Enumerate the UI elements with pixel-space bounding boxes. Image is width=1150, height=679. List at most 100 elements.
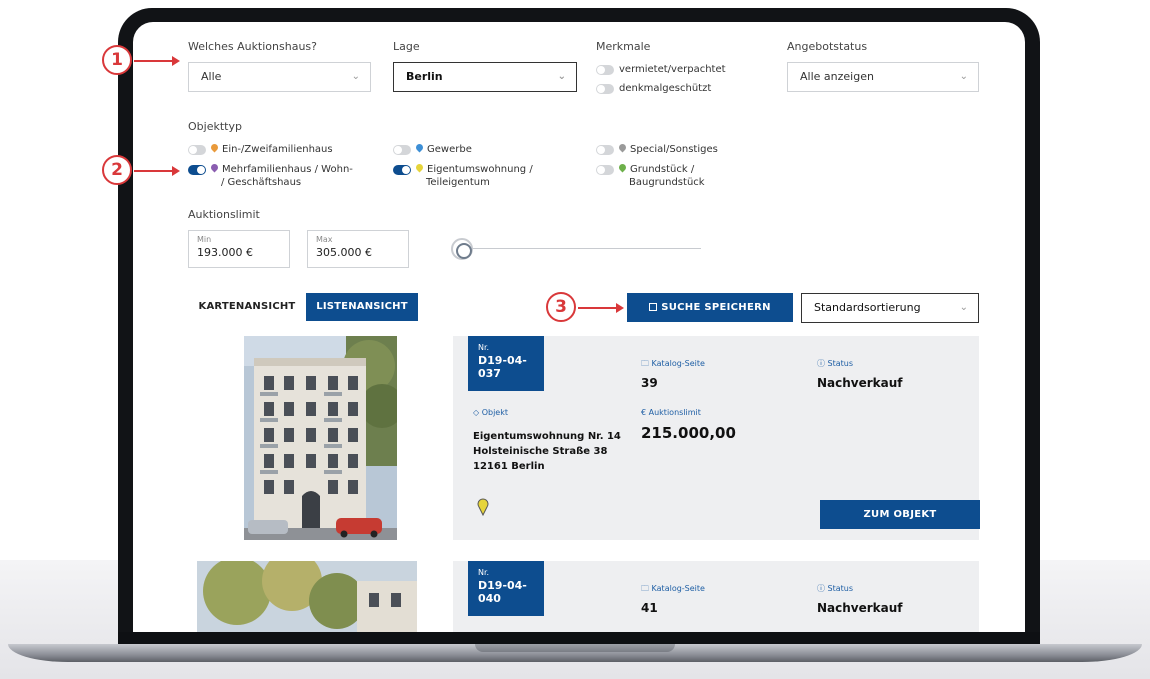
map-pin-icon <box>209 162 220 173</box>
objekttyp-label: Objekttyp <box>188 120 242 133</box>
folder-icon: 🗀 <box>641 359 649 368</box>
angebotstatus-label: Angebotstatus <box>787 40 868 53</box>
special-label: Special/Sonstiges <box>630 144 718 155</box>
status-label: Status <box>827 359 854 368</box>
zum-objekt-button[interactable]: ZUM OBJEKT <box>820 500 980 529</box>
vermietet-toggle[interactable] <box>596 65 614 75</box>
annotation-3-badge: 3 <box>546 292 576 322</box>
folder-icon: 🗀 <box>641 584 649 593</box>
status-key: ⓘ Status <box>817 583 853 594</box>
eigentumswohnung-label-line2: Teileigentum <box>426 177 490 188</box>
listing-1-card: Nr. D19-04-037 🗀 Katalog-Seite 39 ⓘ Stat… <box>453 336 980 540</box>
mehrfamilienhaus-label-line1: Mehrfamilienhaus / Wohn- <box>222 164 353 175</box>
auktionshaus-label: Welches Auktionshaus? <box>188 40 317 53</box>
max-value: 305.000 € <box>316 246 372 259</box>
sort-value: Standardsortierung <box>814 301 921 314</box>
diamond-icon: ◇ <box>473 408 480 417</box>
limit-value: 215.000,00 <box>641 424 736 442</box>
listing-2-photo[interactable] <box>197 561 417 636</box>
address-line3: 12161 Berlin <box>473 461 545 472</box>
map-pin-icon <box>617 142 628 153</box>
angebotstatus-select[interactable]: Alle anzeigen ⌄ <box>787 62 979 92</box>
listing-2-number-badge: Nr. D19-04-040 <box>468 561 544 616</box>
auktionslimit-label: Auktionslimit <box>188 208 260 221</box>
chevron-down-icon: ⌄ <box>557 71 566 82</box>
ein-zweifamilienhaus-toggle[interactable] <box>188 145 206 155</box>
limit-key: € Auktionslimit <box>641 408 701 417</box>
eigentumswohnung-label-line1: Eigentumswohnung / <box>427 164 533 175</box>
auktionshaus-select[interactable]: Alle ⌄ <box>188 62 371 92</box>
chevron-down-icon: ⌄ <box>959 302 968 313</box>
tab-kartenansicht[interactable]: KARTENANSICHT <box>188 293 306 321</box>
map-pin-icon <box>617 162 628 173</box>
listing-2-number: D19-04-040 <box>478 579 527 605</box>
status-key: ⓘ Status <box>817 358 853 369</box>
mehrfamilienhaus-option: Mehrfamilienhaus / Wohn- / Geschäftshaus <box>209 162 353 189</box>
special-toggle[interactable] <box>596 145 614 155</box>
browser-screen: Welches Auktionshaus? Alle ⌄ Lage Berlin… <box>133 22 1025 636</box>
listing-1-photo[interactable] <box>244 336 397 540</box>
gewerbe-option: Gewerbe <box>414 142 472 156</box>
listing-1-address: Eigentumswohnung Nr. 14 Holsteinische St… <box>473 429 621 474</box>
min-label: Min <box>197 235 212 244</box>
annotation-2-arrow <box>134 166 180 176</box>
building-image <box>244 336 397 540</box>
annotation-2-badge: 2 <box>102 155 132 185</box>
eigentumswohnung-toggle[interactable] <box>393 165 411 175</box>
denkmal-toggle[interactable] <box>596 84 614 94</box>
max-label: Max <box>316 235 333 244</box>
gewerbe-toggle[interactable] <box>393 145 411 155</box>
chevron-down-icon: ⌄ <box>959 71 968 82</box>
grundstueck-toggle[interactable] <box>596 165 614 175</box>
listing-1-number-badge: Nr. D19-04-037 <box>468 336 544 391</box>
status-label: Status <box>827 584 854 593</box>
katalog-value: 41 <box>641 601 658 615</box>
min-price-input[interactable]: Min 193.000 € <box>188 230 290 268</box>
special-option: Special/Sonstiges <box>617 142 718 156</box>
price-slider-handle[interactable] <box>451 238 473 260</box>
max-price-input[interactable]: Max 305.000 € <box>307 230 409 268</box>
denkmal-label: denkmalgeschützt <box>619 83 712 94</box>
address-line1: Eigentumswohnung Nr. 14 <box>473 431 621 442</box>
nr-label: Nr. <box>478 343 490 352</box>
grundstueck-label-line1: Grundstück / <box>630 164 695 175</box>
status-value: Nachverkauf <box>817 376 903 390</box>
nr-label: Nr. <box>478 568 490 577</box>
ein-zweifamilienhaus-option: Ein-/Zweifamilienhaus <box>209 142 333 156</box>
building-image <box>197 561 417 636</box>
save-search-button[interactable]: SUCHE SPEICHERN <box>627 293 793 322</box>
grundstueck-option: Grundstück / Baugrundstück <box>617 162 705 189</box>
gewerbe-label: Gewerbe <box>427 144 472 155</box>
merkmale-label: Merkmale <box>596 40 651 53</box>
laptop-notch <box>475 644 675 652</box>
katalog-key: 🗀 Katalog-Seite <box>641 583 705 597</box>
lage-label: Lage <box>393 40 420 53</box>
map-pin-icon <box>414 162 425 173</box>
listing-2-card: Nr. D19-04-040 🗀 Katalog-Seite 41 ⓘ Stat… <box>453 561 979 636</box>
sort-select[interactable]: Standardsortierung ⌄ <box>801 293 979 323</box>
grundstueck-label-line2: Baugrundstück <box>629 177 705 188</box>
info-icon: ⓘ <box>817 584 825 593</box>
objekt-key: ◇ Objekt <box>473 408 508 417</box>
save-icon <box>649 303 658 311</box>
lage-select[interactable]: Berlin ⌄ <box>393 62 577 92</box>
katalog-label: Katalog-Seite <box>651 584 705 593</box>
info-icon: ⓘ <box>817 359 825 368</box>
listing-1-number: D19-04-037 <box>478 354 527 380</box>
mehrfamilienhaus-label-line2: / Geschäftshaus <box>221 177 302 188</box>
mehrfamilienhaus-toggle[interactable] <box>188 165 206 175</box>
annotation-3-arrow <box>578 303 624 313</box>
map-pin-icon <box>477 498 489 520</box>
katalog-label: Katalog-Seite <box>651 359 705 368</box>
price-slider-track[interactable] <box>463 248 701 249</box>
katalog-value: 39 <box>641 376 658 390</box>
status-value: Nachverkauf <box>817 601 903 615</box>
angebotstatus-value: Alle anzeigen <box>800 70 874 83</box>
save-search-label: SUCHE SPEICHERN <box>661 302 771 313</box>
tab-listenansicht[interactable]: LISTENANSICHT <box>306 293 418 321</box>
map-pin-icon <box>414 142 425 153</box>
map-pin-icon <box>209 142 220 153</box>
min-value: 193.000 € <box>197 246 253 259</box>
address-line2: Holsteinische Straße 38 <box>473 446 608 457</box>
auktionshaus-value: Alle <box>201 70 222 83</box>
